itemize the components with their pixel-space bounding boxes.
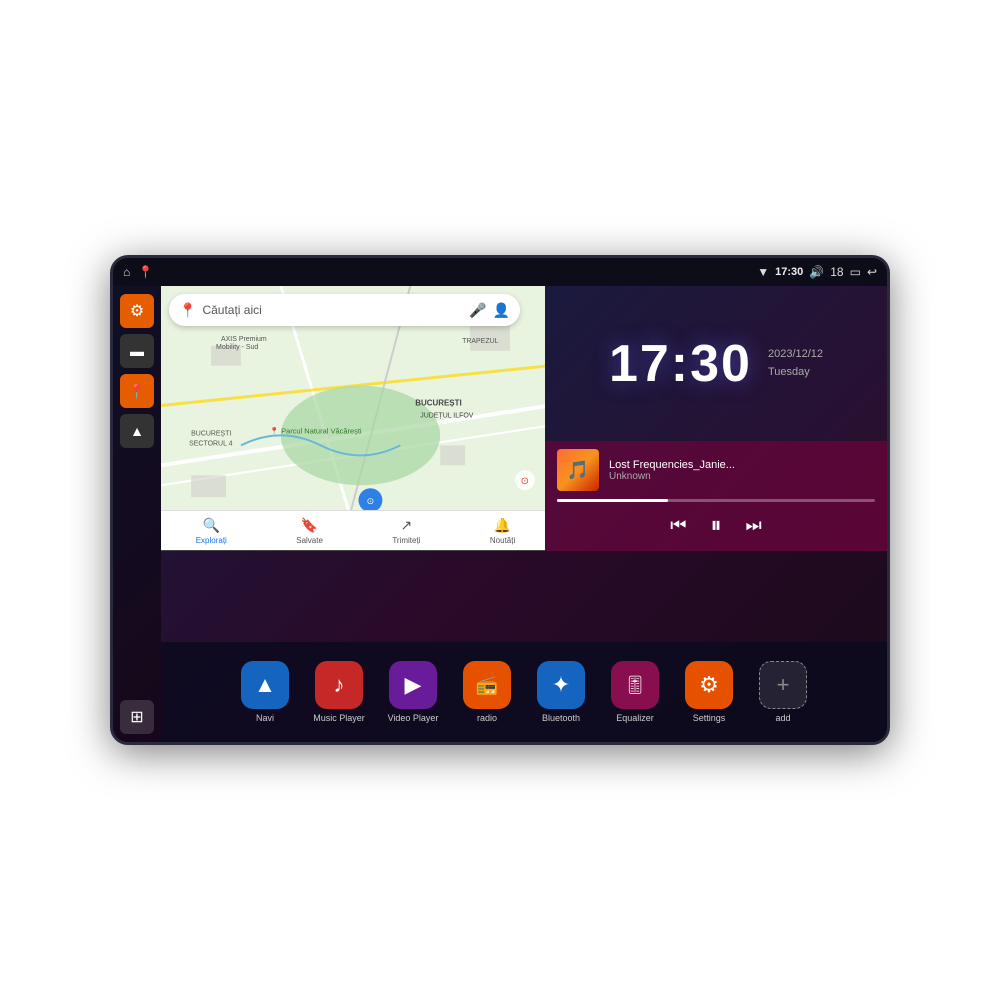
music-icon: ♪: [315, 661, 363, 709]
svg-text:BUCUREȘTI: BUCUREȘTI: [191, 430, 231, 437]
progress-fill: [557, 499, 668, 502]
settings-icon: ⚙: [130, 301, 144, 321]
map-nav-explore[interactable]: 🔍 Explorați: [196, 517, 227, 545]
sidebar-settings-btn[interactable]: ⚙: [120, 294, 154, 328]
music-section: 🎵 Lost Frequencies_Janie... Unknown ⏮ ⏸ …: [545, 441, 887, 551]
radio-label: radio: [477, 713, 497, 723]
svg-text:TRAPEZUL: TRAPEZUL: [462, 338, 499, 345]
grid-icon: ⊞: [130, 707, 143, 727]
status-bar: ⌂ 📍 ▼ 17:30 🔊 18 ▭ ↩: [113, 258, 887, 286]
bluetooth-icon: ✦: [537, 661, 585, 709]
sidebar-folder-btn[interactable]: ▬: [120, 334, 154, 368]
map-pin-icon: 📍: [128, 383, 145, 400]
svg-text:⊙: ⊙: [521, 476, 529, 487]
app-equalizer[interactable]: 🎚 Equalizer: [604, 661, 666, 723]
navigation-icon: ▲: [130, 423, 144, 439]
sidebar-map-btn[interactable]: 📍: [120, 374, 154, 408]
folder-icon: ▬: [130, 343, 144, 359]
home-icon[interactable]: ⌂: [123, 265, 130, 279]
app-settings[interactable]: ⚙ Settings: [678, 661, 740, 723]
app-add[interactable]: + add: [752, 661, 814, 723]
add-icon: +: [759, 661, 807, 709]
day-text: Tuesday: [768, 364, 823, 382]
pause-button[interactable]: ⏸: [710, 512, 721, 538]
map-nav-send[interactable]: ↗ Trimiteți: [392, 517, 420, 545]
music-controls: ⏮ ⏸ ⏭: [557, 512, 875, 538]
volume-icon: 🔊: [809, 265, 824, 279]
svg-text:⊙: ⊙: [367, 496, 375, 506]
back-icon[interactable]: ↩: [867, 265, 877, 279]
music-info: 🎵 Lost Frequencies_Janie... Unknown: [557, 449, 875, 491]
google-maps-pin-icon: 📍: [179, 302, 196, 319]
navi-icon: ▲: [241, 661, 289, 709]
account-icon[interactable]: 👤: [493, 302, 510, 319]
music-details: Lost Frequencies_Janie... Unknown: [609, 459, 875, 482]
app-music[interactable]: ♪ Music Player: [308, 661, 370, 723]
maps-icon[interactable]: 📍: [138, 265, 153, 279]
news-label: Noutăți: [490, 536, 515, 545]
app-navi[interactable]: ▲ Navi: [234, 661, 296, 723]
map-nav-saved[interactable]: 🔖 Salvate: [296, 517, 323, 545]
add-label: add: [775, 713, 790, 723]
send-icon: ↗: [401, 517, 413, 534]
app-grid-container: ▲ Navi ♪ Music Player ▶ Video Player: [161, 642, 887, 742]
sidebar-grid-btn[interactable]: ⊞: [120, 700, 154, 734]
app-video[interactable]: ▶ Video Player: [382, 661, 444, 723]
clock-section: 17:30 2023/12/12 Tuesday: [545, 286, 887, 441]
map-container[interactable]: AXIS Premium Mobility - Sud Pizza & Bake…: [161, 286, 551, 551]
battery-icon: ▭: [850, 265, 861, 279]
radio-icon: 📻: [463, 661, 511, 709]
saved-icon: 🔖: [301, 517, 318, 534]
news-icon: 🔔: [494, 517, 511, 534]
date-text: 2023/12/12: [768, 346, 823, 364]
app-radio[interactable]: 📻 radio: [456, 661, 518, 723]
search-text: Căutați aici: [202, 303, 463, 317]
svg-text:📍 Parcul Natural Văcărești: 📍 Parcul Natural Văcărești: [270, 426, 362, 435]
battery-level: 18: [830, 265, 843, 279]
right-panel: 17:30 2023/12/12 Tuesday 🎵 Lost Frequenc…: [545, 286, 887, 551]
next-button[interactable]: ⏭: [746, 515, 762, 536]
clock-date: 2023/12/12 Tuesday: [768, 346, 823, 381]
album-art: 🎵: [557, 449, 599, 491]
video-icon: ▶: [389, 661, 437, 709]
settings-label: Settings: [693, 713, 726, 723]
saved-label: Salvate: [296, 536, 323, 545]
music-label: Music Player: [313, 713, 365, 723]
wifi-icon: ▼: [757, 265, 769, 279]
status-right: ▼ 17:30 🔊 18 ▭ ↩: [757, 265, 877, 279]
status-time: 17:30: [775, 266, 803, 278]
car-head-unit: ⌂ 📍 ▼ 17:30 🔊 18 ▭ ↩ ⚙ ▬: [110, 255, 890, 745]
video-label: Video Player: [388, 713, 439, 723]
bluetooth-label: Bluetooth: [542, 713, 580, 723]
music-title: Lost Frequencies_Janie...: [609, 459, 875, 471]
status-left: ⌂ 📍: [123, 265, 153, 279]
equalizer-label: Equalizer: [616, 713, 654, 723]
svg-text:SECTORUL 4: SECTORUL 4: [189, 440, 232, 447]
clock-display: 17:30: [609, 334, 752, 394]
map-nav-news[interactable]: 🔔 Noutăți: [490, 517, 515, 545]
settings-app-icon: ⚙: [685, 661, 733, 709]
svg-text:BUCUREȘTI: BUCUREȘTI: [415, 399, 461, 408]
equalizer-icon: 🎚: [611, 661, 659, 709]
explore-label: Explorați: [196, 536, 227, 545]
navi-label: Navi: [256, 713, 274, 723]
progress-bar[interactable]: [557, 499, 875, 502]
prev-button[interactable]: ⏮: [670, 515, 686, 536]
send-label: Trimiteți: [392, 536, 420, 545]
svg-text:AXIS Premium: AXIS Premium: [221, 336, 267, 343]
mic-icon[interactable]: 🎤: [469, 302, 486, 319]
map-bottom-bar: 🔍 Explorați 🔖 Salvate ↗ Trimiteți 🔔 Nout…: [161, 510, 550, 550]
explore-icon: 🔍: [203, 517, 220, 534]
map-search-bar[interactable]: 📍 Căutați aici 🎤 👤: [169, 294, 520, 326]
svg-text:Mobility - Sud: Mobility - Sud: [216, 344, 258, 351]
app-bluetooth[interactable]: ✦ Bluetooth: [530, 661, 592, 723]
sidebar-nav-btn[interactable]: ▲: [120, 414, 154, 448]
sidebar: ⚙ ▬ 📍 ▲ ⊞: [113, 286, 161, 742]
svg-text:JUDEȚUL ILFOV: JUDEȚUL ILFOV: [420, 413, 474, 420]
app-grid: ▲ Navi ♪ Music Player ▶ Video Player: [234, 661, 814, 723]
music-artist: Unknown: [609, 471, 875, 482]
main-area: ⚙ ▬ 📍 ▲ ⊞: [113, 286, 887, 742]
